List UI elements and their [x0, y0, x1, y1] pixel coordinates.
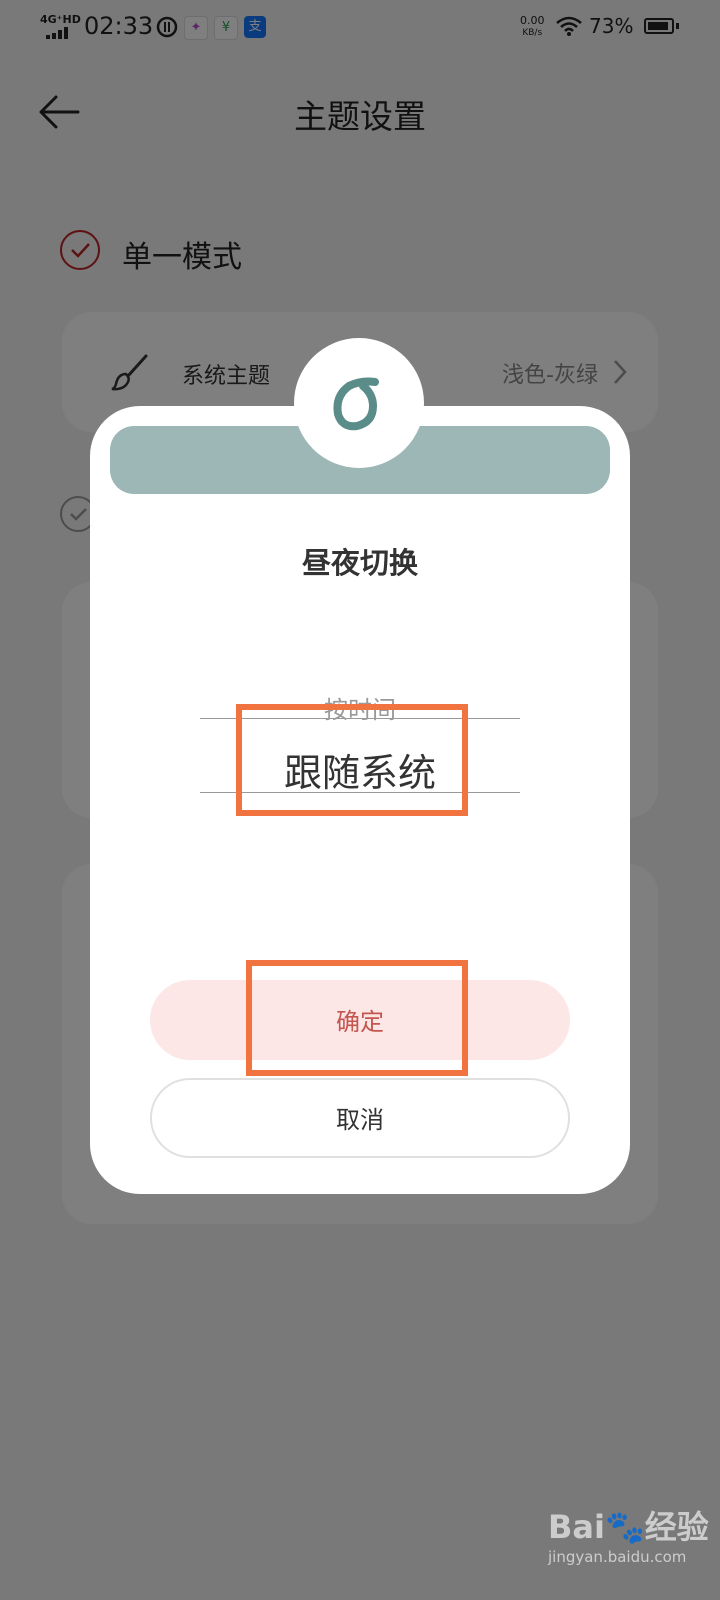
app-logo: [294, 338, 424, 468]
app-logo-icon: [333, 377, 379, 431]
watermark-logo: Bai🐾经验: [548, 1508, 709, 1546]
watermark: Bai🐾经验 jingyan.baidu.com: [548, 1494, 718, 1594]
highlight-box-picker: [236, 704, 468, 816]
cancel-button[interactable]: 取消: [150, 1078, 570, 1158]
watermark-url: jingyan.baidu.com: [548, 1548, 687, 1566]
highlight-box-confirm: [246, 960, 468, 1076]
cancel-label: 取消: [336, 1106, 384, 1134]
dialog-title: 昼夜切换: [301, 546, 418, 580]
